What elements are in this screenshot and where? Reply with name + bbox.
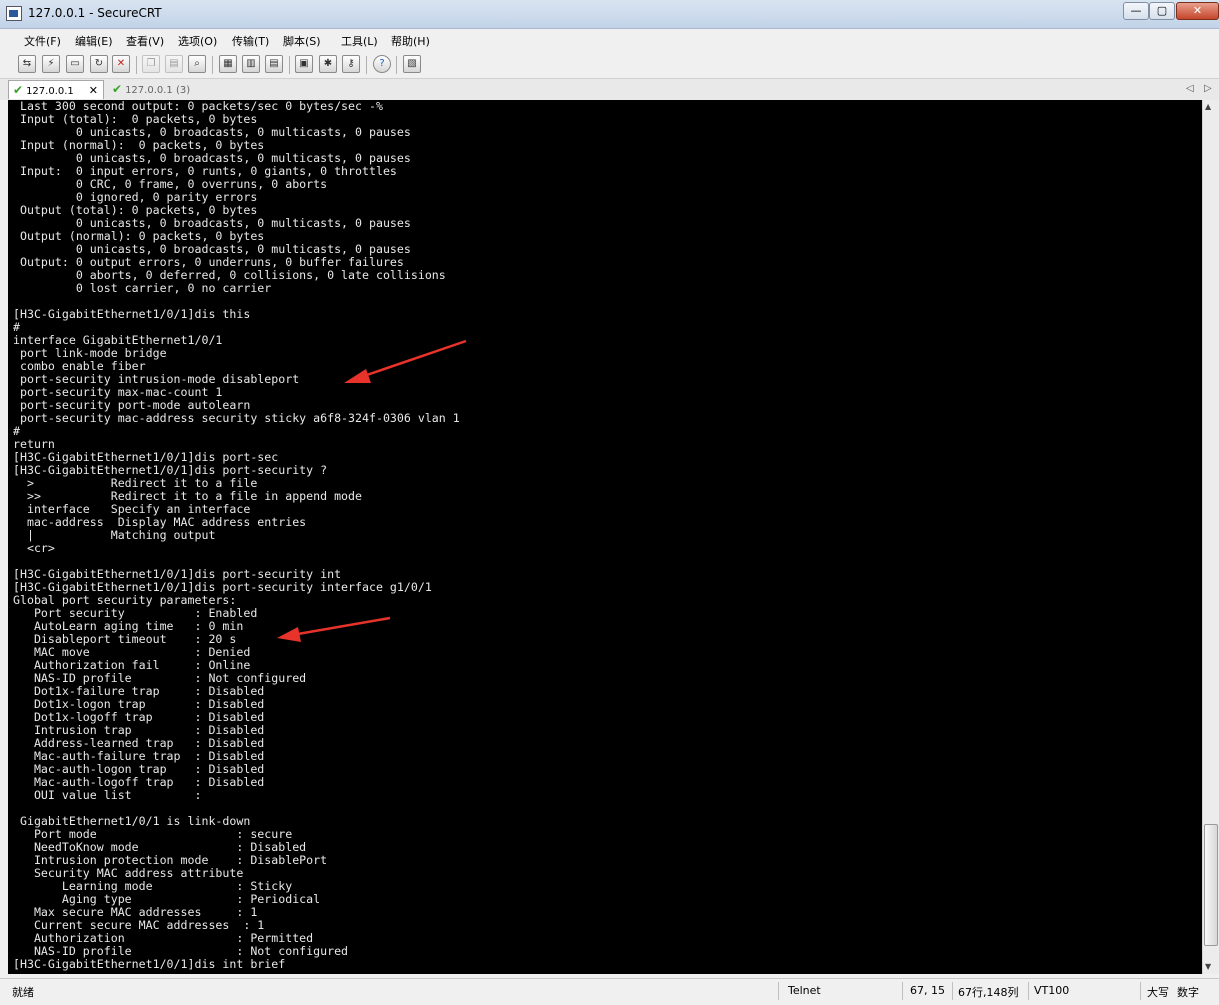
- annotation-arrow: [344, 339, 467, 383]
- status-num: 数字: [1177, 986, 1199, 999]
- status-terminal-size: 67行,148列: [958, 986, 1019, 999]
- securecrt-window: 127.0.0.1 - SecureCRT — ▢ ✕ 文件(F) 编辑(E) …: [0, 0, 1219, 1005]
- status-cursor-position: 67, 15: [910, 984, 945, 997]
- annotation-arrow: [277, 616, 391, 642]
- status-caps: 大写: [1147, 986, 1169, 999]
- status-protocol: Telnet: [788, 984, 821, 997]
- status-terminal-type: VT100: [1034, 984, 1070, 997]
- status-ready: 就绪: [12, 986, 34, 999]
- status-bar: 就绪 Telnet 67, 15 67行,148列 VT100 大写 数字: [0, 978, 1219, 1005]
- annotation-arrows: [277, 339, 467, 642]
